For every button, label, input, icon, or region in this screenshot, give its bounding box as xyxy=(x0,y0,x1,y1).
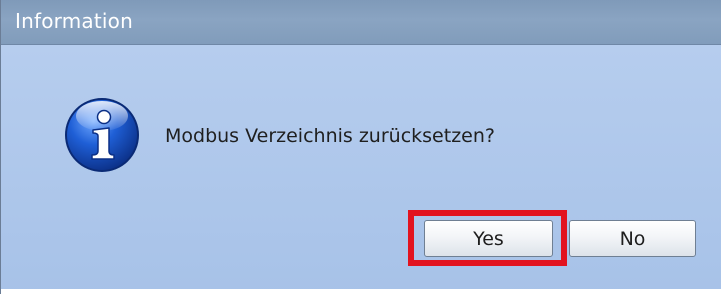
dialog-message: Modbus Verzeichnis zurücksetzen? xyxy=(165,125,495,147)
dialog-title: Information xyxy=(15,9,133,33)
dialog-content: Modbus Verzeichnis zurücksetzen? Yes No xyxy=(1,45,721,294)
information-dialog: Information Modbus Verzeichnis zurückset… xyxy=(0,0,721,294)
yes-button[interactable]: Yes xyxy=(424,220,553,257)
no-button[interactable]: No xyxy=(569,220,696,257)
dialog-titlebar[interactable]: Information xyxy=(1,0,721,45)
bottom-edge xyxy=(1,289,721,294)
info-icon xyxy=(65,98,139,172)
